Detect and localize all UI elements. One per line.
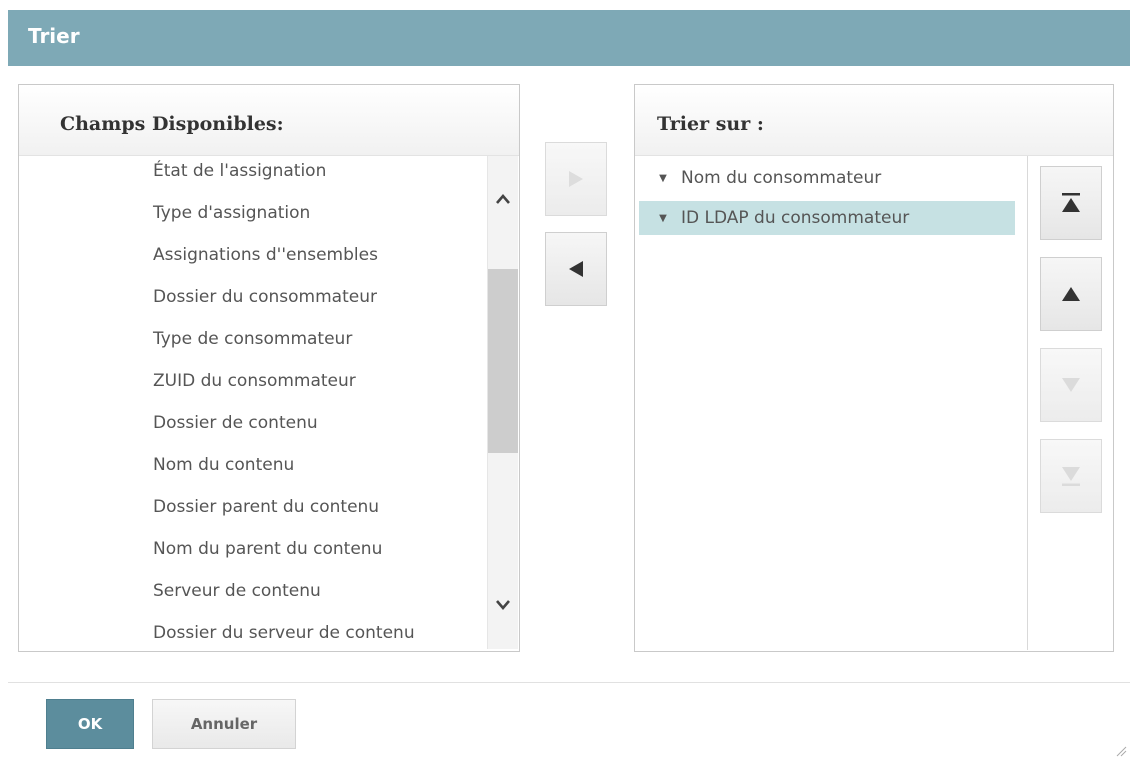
move-to-top-icon	[1062, 193, 1080, 212]
available-fields-list[interactable]: État de l'assignation Type d'assignation…	[19, 157, 487, 649]
dialog-title: Trier	[28, 24, 80, 48]
move-up-button[interactable]	[1040, 257, 1102, 331]
move-left-button[interactable]	[545, 232, 607, 306]
sort-item-name[interactable]: ▼ Nom du consommateur	[639, 161, 1015, 195]
resize-grip-icon[interactable]	[1115, 742, 1127, 757]
sort-direction-icon[interactable]: ▼	[651, 173, 675, 184]
sort-direction-icon[interactable]: ▼	[651, 213, 675, 224]
arrow-down-icon	[1062, 378, 1080, 392]
available-fields-header: Champs Disponibles:	[19, 85, 519, 156]
sort-item-label: Nom du consommateur	[681, 168, 882, 188]
list-item[interactable]: Type de consommateur	[153, 329, 352, 349]
available-fields-title: Champs Disponibles:	[60, 113, 284, 135]
list-item[interactable]: État de l'assignation	[153, 161, 326, 181]
move-to-bottom-button[interactable]	[1040, 439, 1102, 513]
dialog-titlebar: Trier	[8, 10, 1130, 66]
sort-fields-header: Trier sur :	[635, 85, 1113, 156]
arrow-left-icon	[569, 261, 583, 277]
move-to-bottom-icon	[1062, 467, 1080, 486]
scroll-up-arrow[interactable]	[488, 184, 518, 214]
scroll-thumb[interactable]	[488, 269, 518, 453]
cancel-button[interactable]: Annuler	[152, 699, 296, 749]
sort-fields-title: Trier sur :	[657, 113, 764, 135]
list-item[interactable]: Dossier du consommateur	[153, 287, 377, 307]
sort-item-ldap-id[interactable]: ▼ ID LDAP du consommateur	[639, 201, 1015, 235]
list-item[interactable]: Nom du contenu	[153, 455, 294, 475]
arrow-up-icon	[1062, 287, 1080, 301]
ok-button[interactable]: OK	[46, 699, 134, 749]
available-fields-panel: Champs Disponibles: État de l'assignatio…	[18, 84, 520, 652]
list-item[interactable]: Serveur de contenu	[153, 581, 321, 601]
move-right-button[interactable]	[545, 142, 607, 216]
divider	[1027, 156, 1028, 650]
move-to-top-button[interactable]	[1040, 166, 1102, 240]
sort-fields-list[interactable]: ▼ Nom du consommateur ▼ ID LDAP du conso…	[635, 157, 1027, 649]
move-down-button[interactable]	[1040, 348, 1102, 422]
list-item[interactable]: ZUID du consommateur	[153, 371, 356, 391]
sort-item-label: ID LDAP du consommateur	[681, 208, 910, 228]
scroll-down-arrow[interactable]	[488, 589, 518, 619]
list-item[interactable]: Dossier parent du contenu	[153, 497, 379, 517]
list-item[interactable]: Dossier de contenu	[153, 413, 318, 433]
list-item[interactable]: Dossier du serveur de contenu	[153, 623, 415, 643]
list-item[interactable]: Nom du parent du contenu	[153, 539, 382, 559]
available-fields-scrollbar[interactable]	[487, 156, 518, 649]
list-item[interactable]: Type d'assignation	[153, 203, 310, 223]
list-item[interactable]: Assignations d''ensembles	[153, 245, 378, 265]
arrow-right-icon	[569, 171, 583, 187]
footer-divider	[8, 682, 1130, 683]
